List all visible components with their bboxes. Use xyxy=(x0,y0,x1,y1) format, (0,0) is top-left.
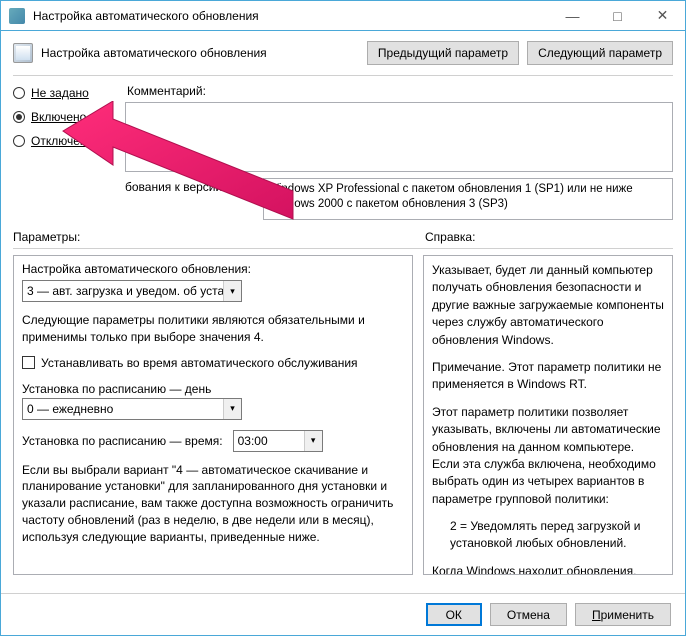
maximize-button[interactable]: □ xyxy=(595,1,640,30)
version-box: Windows XP Professional с пакетом обновл… xyxy=(263,178,673,220)
schedule-time-dropdown[interactable]: 03:00 ▾ xyxy=(233,430,323,452)
dropdown-value: 0 — ежедневно xyxy=(23,402,223,416)
next-setting-button[interactable]: Следующий параметр xyxy=(527,41,673,65)
chevron-down-icon: ▾ xyxy=(223,281,241,301)
state-row: Не задано Включено Отключено Комментарий… xyxy=(1,84,685,220)
frequency-note: Если вы выбрали вариант "4 — автоматичес… xyxy=(22,462,404,546)
divider xyxy=(13,75,673,76)
schedule-time-row: Установка по расписанию — время: 03:00 ▾ xyxy=(22,430,404,452)
params-panel: Настройка автоматического обновления: 3 … xyxy=(13,255,413,575)
main-panels: Настройка автоматического обновления: 3 … xyxy=(1,255,685,575)
header-row: Настройка автоматического обновления Пре… xyxy=(1,31,685,71)
chevron-down-icon: ▾ xyxy=(304,431,322,451)
radio-label: Включено xyxy=(31,110,86,124)
minimize-button[interactable]: — xyxy=(550,1,595,30)
version-label: бования к версии: xyxy=(125,178,255,220)
divider xyxy=(13,248,673,249)
comment-column: Комментарий: бования к версии: Windows X… xyxy=(125,84,673,220)
update-mode-dropdown[interactable]: 3 — авт. загрузка и уведом. об устан ▾ xyxy=(22,280,242,302)
checkbox-label: Устанавливать во время автоматического о… xyxy=(41,356,358,370)
params-section-label: Параметры: xyxy=(13,230,413,244)
dropdown-value: 03:00 xyxy=(234,434,304,448)
help-section-label: Справка: xyxy=(413,230,475,244)
state-radios: Не задано Включено Отключено xyxy=(13,84,113,220)
mandatory-note: Следующие параметры политики являются об… xyxy=(22,312,404,346)
dropdown-value: 3 — авт. загрузка и уведом. об устан xyxy=(23,284,223,298)
window-icon xyxy=(9,8,25,24)
radio-circle-icon xyxy=(13,87,25,99)
help-paragraph: Примечание. Этот параметр политики не пр… xyxy=(432,359,664,394)
previous-setting-button[interactable]: Предыдущий параметр xyxy=(367,41,519,65)
help-option: 2 = Уведомлять перед загрузкой и установ… xyxy=(432,518,664,553)
checkbox-icon xyxy=(22,356,35,369)
window-title: Настройка автоматического обновления xyxy=(33,9,550,23)
policy-title: Настройка автоматического обновления xyxy=(41,46,359,60)
radio-label: Не задано xyxy=(31,86,89,100)
comment-label: Комментарий: xyxy=(125,84,673,98)
close-button[interactable]: ✕ xyxy=(640,1,685,30)
radio-circle-icon xyxy=(13,111,25,123)
comment-textarea[interactable] xyxy=(125,102,673,172)
cancel-button[interactable]: Отмена xyxy=(490,603,567,626)
schedule-day-label: Установка по расписанию — день xyxy=(22,382,404,396)
ok-button[interactable]: ОК xyxy=(426,603,482,626)
radio-disabled[interactable]: Отключено xyxy=(13,134,113,148)
version-row: бования к версии: Windows XP Professiona… xyxy=(125,178,673,220)
apply-button[interactable]: Применить xyxy=(575,603,671,626)
radio-circle-icon xyxy=(13,135,25,147)
window-controls: — □ ✕ xyxy=(550,1,685,30)
help-panel: Указывает, будет ли данный компьютер пол… xyxy=(423,255,673,575)
help-paragraph: Указывает, будет ли данный компьютер пол… xyxy=(432,262,664,349)
radio-label: Отключено xyxy=(31,134,93,148)
section-labels: Параметры: Справка: xyxy=(1,220,685,246)
apply-suffix: рименить xyxy=(601,608,654,622)
bottom-bar: ОК Отмена Применить xyxy=(1,593,685,635)
radio-not-configured[interactable]: Не задано xyxy=(13,86,113,100)
titlebar: Настройка автоматического обновления — □… xyxy=(1,1,685,31)
schedule-day-dropdown[interactable]: 0 — ежедневно ▾ xyxy=(22,398,242,420)
schedule-time-label: Установка по расписанию — время: xyxy=(22,434,223,448)
radio-enabled[interactable]: Включено xyxy=(13,110,113,124)
update-mode-label: Настройка автоматического обновления: xyxy=(22,262,404,276)
help-paragraph: Когда Windows находит обновления, xyxy=(432,563,664,575)
maintenance-checkbox-row[interactable]: Устанавливать во время автоматического о… xyxy=(22,356,404,370)
policy-icon xyxy=(13,43,33,63)
chevron-down-icon: ▾ xyxy=(223,399,241,419)
help-paragraph: Этот параметр политики позволяет указыва… xyxy=(432,404,664,508)
